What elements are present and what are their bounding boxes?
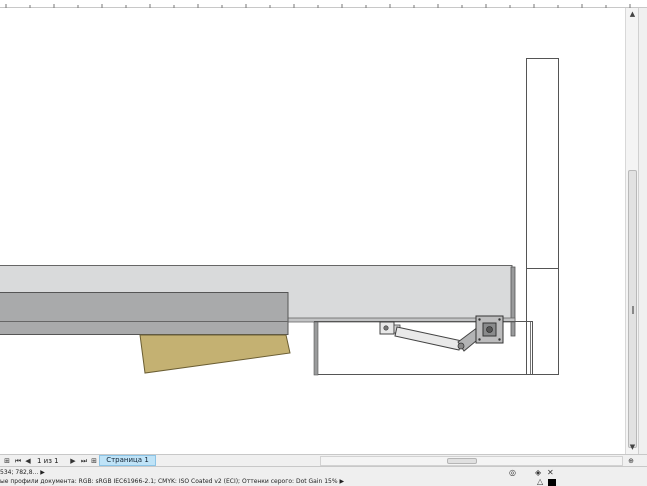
vertical-scrollbar[interactable]: ▲ ▼ — [625, 8, 638, 454]
add-page-before-icon[interactable]: ⊞ — [2, 456, 12, 466]
color-proof-icon[interactable]: ◎ — [509, 468, 516, 477]
first-page-icon[interactable]: ⏮ — [13, 456, 23, 466]
docker-strip[interactable] — [638, 8, 647, 454]
color-profile-text: ые профили документа: RGB: sRGB IEC61966… — [0, 478, 338, 485]
frame-left-post — [313, 321, 319, 376]
vertical-scroll-thumb[interactable] — [628, 170, 637, 448]
scroll-down-icon[interactable]: ▼ — [627, 442, 638, 453]
drawing-canvas[interactable] — [0, 8, 625, 454]
no-fill-icon[interactable]: ✕ — [547, 468, 554, 477]
next-page-icon[interactable]: ▶ — [68, 456, 78, 466]
prev-page-icon[interactable]: ◀ — [23, 456, 33, 466]
panel-end-cap — [510, 266, 516, 337]
vertical-column — [526, 58, 559, 375]
screw-hole — [498, 338, 501, 341]
technical-drawing — [0, 58, 559, 376]
page-indicator: 1 из 1 — [37, 457, 59, 465]
color-profile-info[interactable]: ые профили документа: RGB: sRGB IEC61966… — [0, 478, 344, 486]
wood-wedge — [139, 334, 291, 374]
grip-icon — [632, 306, 634, 314]
ruler-ticks — [5, 4, 631, 8]
mounting-bolt — [486, 326, 493, 333]
horizontal-scrollbar[interactable] — [320, 456, 623, 466]
page-tab[interactable]: Страница 1 — [99, 455, 156, 466]
cursor-coordinates: 534; 782,8... ▶ — [0, 468, 45, 477]
status-bar: 534; 782,8... ▶ ые профили документа: RG… — [0, 466, 647, 486]
page-navigator: ⊞ ⏮ ◀ 1 из 1 ▶ ⏭ ⊞ Страница 1 ⊕ — [0, 454, 647, 466]
outline-pen-icon[interactable]: △ — [537, 477, 543, 486]
horizontal-scroll-thumb[interactable] — [447, 458, 477, 464]
add-page-icon[interactable]: ⊞ — [89, 456, 99, 466]
horizontal-ruler[interactable] — [0, 0, 647, 8]
app-window: ▲ ▼ ⊞ ⏮ ◀ 1 из 1 ▶ ⏭ ⊞ Страница 1 ⊕ 534;… — [0, 0, 647, 486]
screw-hole — [478, 318, 481, 321]
screw-hole — [478, 338, 481, 341]
zoom-icon[interactable]: ⊕ — [626, 456, 636, 466]
inner-panel — [0, 292, 289, 335]
screw-hole — [498, 318, 501, 321]
gas-lift-rod — [394, 326, 463, 351]
cursor-coords-text: 534; 782,8... — [0, 469, 39, 476]
profile-arrow-icon: ▶ — [339, 478, 345, 485]
fill-bucket-icon[interactable]: ◈ — [535, 468, 541, 477]
outline-color-swatch[interactable] — [548, 479, 556, 486]
last-page-icon[interactable]: ⏭ — [79, 456, 89, 466]
scroll-up-icon[interactable]: ▲ — [627, 9, 638, 20]
coords-arrow-icon[interactable]: ▶ — [40, 469, 45, 476]
lever-pivot — [457, 342, 465, 350]
hinge-pin — [383, 325, 389, 331]
